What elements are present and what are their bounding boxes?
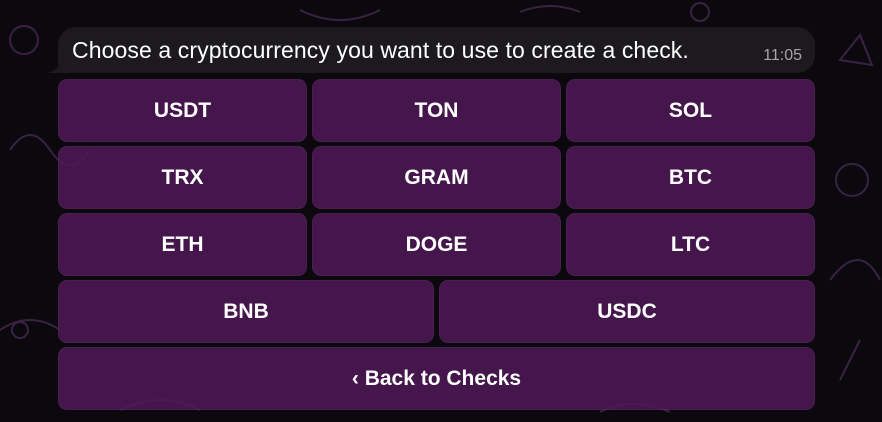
crypto-button-trx[interactable]: TRX: [58, 146, 307, 209]
crypto-button-ton[interactable]: TON: [312, 79, 561, 142]
message-timestamp: 11:05: [763, 47, 802, 64]
crypto-button-usdc[interactable]: USDC: [439, 280, 815, 343]
keyboard-row: TRX GRAM BTC: [58, 146, 815, 209]
crypto-button-usdt[interactable]: USDT: [58, 79, 307, 142]
message-bubble: Choose a cryptocurrency you want to use …: [58, 27, 815, 73]
crypto-button-doge[interactable]: DOGE: [312, 213, 561, 276]
crypto-button-btc[interactable]: BTC: [566, 146, 815, 209]
message-text: Choose a cryptocurrency you want to use …: [72, 36, 689, 63]
chat-window: Choose a cryptocurrency you want to use …: [0, 0, 882, 422]
keyboard-row: ETH DOGE LTC: [58, 213, 815, 276]
crypto-button-gram[interactable]: GRAM: [312, 146, 561, 209]
keyboard-row: ‹ Back to Checks: [58, 347, 815, 410]
inline-keyboard: USDT TON SOL TRX GRAM BTC ETH DOGE LTC B…: [58, 79, 815, 414]
crypto-button-ltc[interactable]: LTC: [566, 213, 815, 276]
keyboard-row: USDT TON SOL: [58, 79, 815, 142]
crypto-button-sol[interactable]: SOL: [566, 79, 815, 142]
crypto-button-eth[interactable]: ETH: [58, 213, 307, 276]
crypto-button-bnb[interactable]: BNB: [58, 280, 434, 343]
back-to-checks-button[interactable]: ‹ Back to Checks: [58, 347, 815, 410]
keyboard-row: BNB USDC: [58, 280, 815, 343]
